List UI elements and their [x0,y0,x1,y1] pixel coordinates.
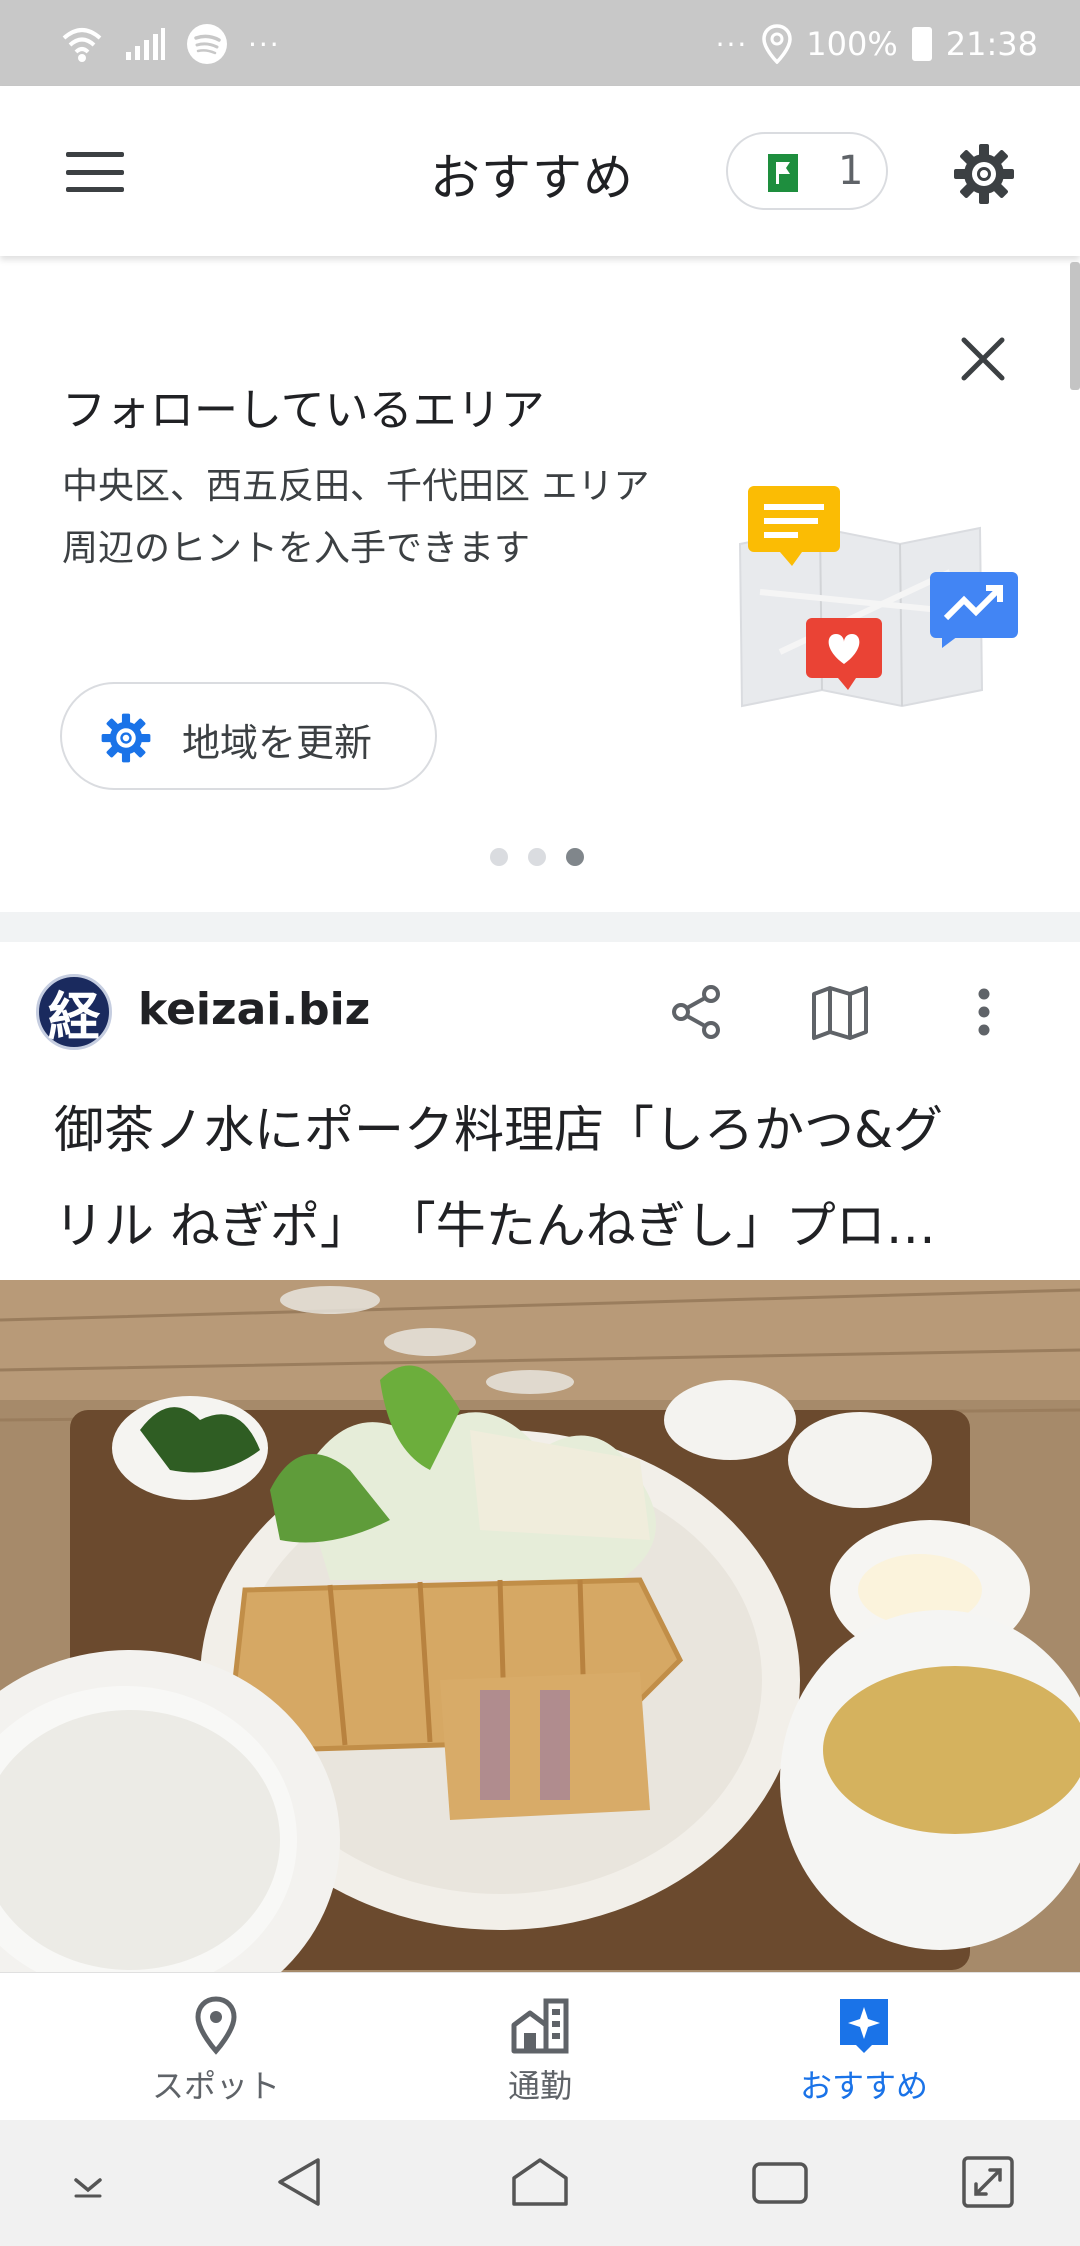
headline-line-2: リル ねぎポ」 「牛たんねぎし」プロ… [54,1197,936,1255]
flag-icon [768,154,798,192]
chevron-down-icon[interactable] [56,2150,120,2214]
app-bar: おすすめ 1 [0,86,1080,256]
carousel-dot[interactable] [528,848,546,866]
sparkle-icon [840,1999,888,2053]
battery-icon [911,27,932,61]
article-headline[interactable]: 御茶ノ水にポーク料理店「しろかつ&グ リル ねぎポ」 「牛たんねぎし」プロ… [54,1082,1044,1274]
commute-building-icon [511,1998,569,2054]
nav-label-spot: スポット [151,2067,280,2105]
status-more-right: ··· [715,27,749,61]
expand-icon[interactable] [956,2150,1020,2214]
back-icon[interactable] [268,2150,332,2214]
status-left: ··· [60,22,281,66]
scrollbar[interactable] [1070,262,1080,390]
nav-tab-recommended[interactable]: おすすめ [714,1973,1014,2121]
home-icon[interactable] [508,2150,572,2214]
publisher-logo: 経 [36,974,112,1050]
share-icon[interactable] [665,980,729,1044]
update-area-label: 地域を更新 [182,721,373,765]
status-more-left: ··· [248,27,281,61]
settings-icon [101,713,151,763]
nav-label-commute: 通勤 [507,2067,572,2105]
publisher-name: keizai.biz [138,984,371,1035]
carousel-dot-active[interactable] [566,848,584,866]
menu-button[interactable] [66,152,124,192]
battery-percent: 100% [806,25,898,63]
page-title: おすすめ [430,149,634,207]
more-vert-icon[interactable] [964,980,1004,1044]
article-card[interactable]: 経 keizai.biz 御茶ノ水にポーク料理店「しろかつ&グ リル ねぎポ」 … [0,942,1080,1976]
bottom-navigation: スポット 通勤 おすすめ [0,1972,1080,2120]
wifi-icon [62,28,102,62]
card-description: 中央区、西五反田、千代田区 エリア周辺のヒントを入手できます [62,466,650,569]
nav-tab-spot[interactable]: スポット [66,1973,366,2121]
signal-icon [126,28,165,60]
section-divider [0,912,1080,942]
update-area-button[interactable]: 地域を更新 [60,682,437,790]
saved-count: 1 [838,148,864,194]
system-navigation-bar [0,2120,1080,2246]
status-right: ··· 100% 21:38 [716,22,1038,66]
map-illustration [738,486,1018,708]
settings-gear-icon[interactable] [952,142,1016,206]
clock: 21:38 [945,25,1038,63]
status-bar: ··· ··· 100% 21:38 [0,0,1080,86]
carousel-dots [490,848,584,866]
map-icon[interactable] [808,980,872,1044]
close-icon[interactable] [958,334,1008,384]
card-title: フォローしているエリア [62,385,545,436]
spotify-icon [187,24,227,64]
location-pin-icon [195,1996,237,2055]
carousel-dot[interactable] [490,848,508,866]
article-photo[interactable] [0,1280,1080,1976]
followed-area-card: フォローしているエリア 中央区、西五反田、千代田区 エリア周辺のヒントを入手でき… [0,262,1080,912]
nav-label-recommended: おすすめ [799,2067,928,2105]
recents-icon[interactable] [748,2150,812,2214]
saved-flags-button[interactable]: 1 [726,132,888,210]
location-icon [762,24,793,64]
headline-line-1: 御茶ノ水にポーク料理店「しろかつ&グ [54,1101,943,1159]
menu-icon [66,152,124,157]
nav-tab-commute[interactable]: 通勤 [390,1973,690,2121]
